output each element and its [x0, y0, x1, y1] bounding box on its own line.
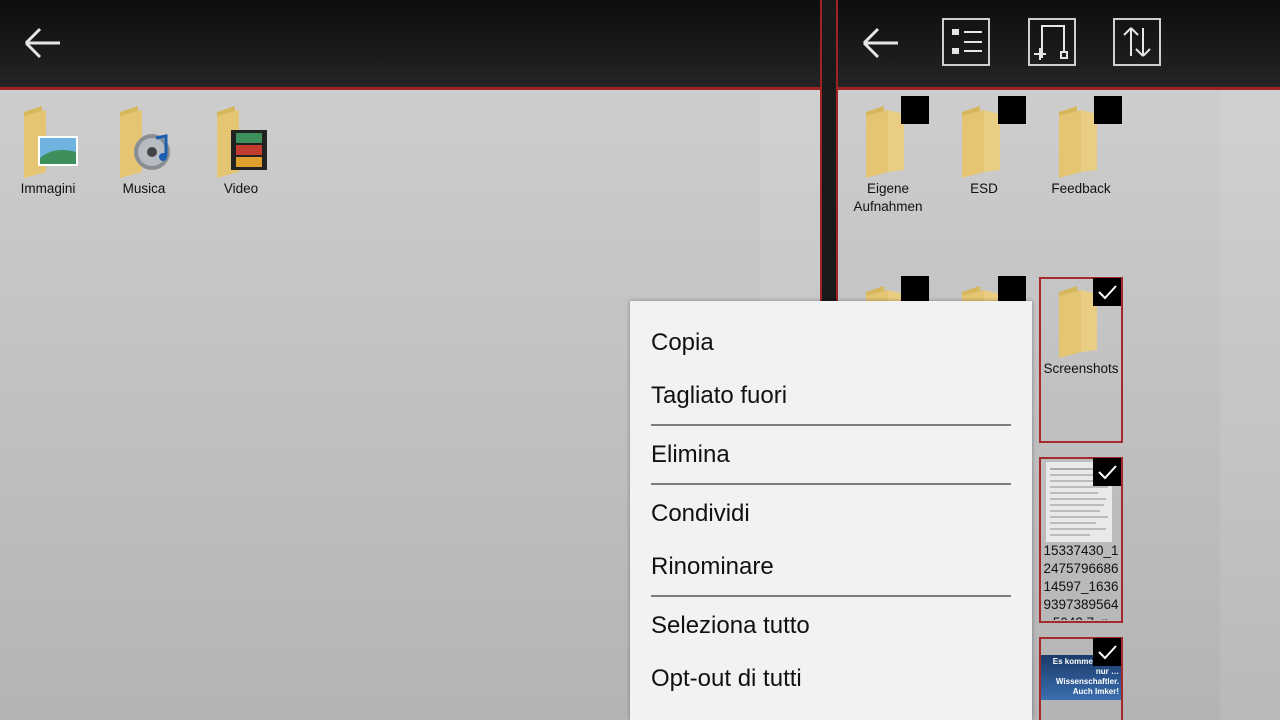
menu-item-share[interactable]: Condividi — [651, 500, 750, 528]
pictures-folder-icon — [24, 106, 78, 178]
menu-item-cut[interactable]: Tagliato fuori — [651, 382, 787, 410]
menu-separator — [651, 595, 1011, 597]
left-topbar — [0, 0, 820, 90]
sort-icon — [1123, 27, 1151, 57]
folder-label: Feedback — [1051, 181, 1111, 196]
folder-label: Eigene Aufnahmen — [853, 181, 923, 214]
selection-checkbox[interactable] — [901, 96, 929, 124]
details-list-icon — [952, 29, 982, 54]
selection-checkbox[interactable] — [998, 96, 1026, 124]
selection-checkbox[interactable] — [1093, 458, 1121, 486]
menu-item-delete[interactable]: Elimina — [651, 441, 730, 469]
back-button[interactable] — [858, 20, 904, 66]
folder-label: Musica — [122, 181, 166, 196]
menu-item-copy[interactable]: Copia — [651, 329, 714, 357]
folder-label: Screenshots — [1043, 361, 1119, 376]
folder-item[interactable]: Musica — [96, 102, 192, 198]
menu-separator — [651, 483, 1011, 485]
menu-separator — [651, 424, 1011, 426]
back-button[interactable] — [20, 20, 66, 66]
menu-item-deselect-all[interactable]: Opt-out di tutti — [651, 665, 802, 693]
new-folder-icon — [1034, 25, 1068, 60]
back-arrow-icon — [24, 27, 60, 59]
selection-checkbox[interactable] — [1093, 638, 1121, 666]
file-label: 15337430_1247579668614597_16369397389564… — [1043, 543, 1119, 620]
folder-label: ESD — [970, 181, 998, 196]
selection-checkbox[interactable] — [998, 276, 1026, 304]
new-folder-button[interactable] — [1028, 18, 1076, 66]
sort-button[interactable] — [1113, 18, 1161, 66]
checkmark-icon — [1098, 465, 1117, 480]
folder-item[interactable]: Immagini — [0, 102, 96, 198]
selection-checkbox[interactable] — [1093, 278, 1121, 306]
checkmark-icon — [1098, 285, 1117, 300]
details-view-button[interactable] — [942, 18, 990, 66]
menu-item-select-all[interactable]: Seleziona tutto — [651, 612, 810, 640]
folder-label: Immagini — [20, 181, 76, 196]
right-scroll-area[interactable] — [1220, 90, 1280, 720]
selection-checkbox[interactable] — [901, 276, 929, 304]
video-folder-icon — [217, 106, 267, 178]
checkmark-icon — [1098, 645, 1117, 660]
folder-label: Video — [223, 181, 259, 196]
menu-item-rename[interactable]: Rinominare — [651, 553, 774, 581]
selection-checkbox[interactable] — [1094, 96, 1122, 124]
right-topbar — [838, 0, 1280, 90]
music-folder-icon — [120, 106, 170, 178]
context-menu: Copia Tagliato fuori Elimina Condividi R… — [630, 301, 1032, 720]
folder-item[interactable]: Video — [193, 102, 289, 198]
back-arrow-icon — [862, 27, 898, 59]
